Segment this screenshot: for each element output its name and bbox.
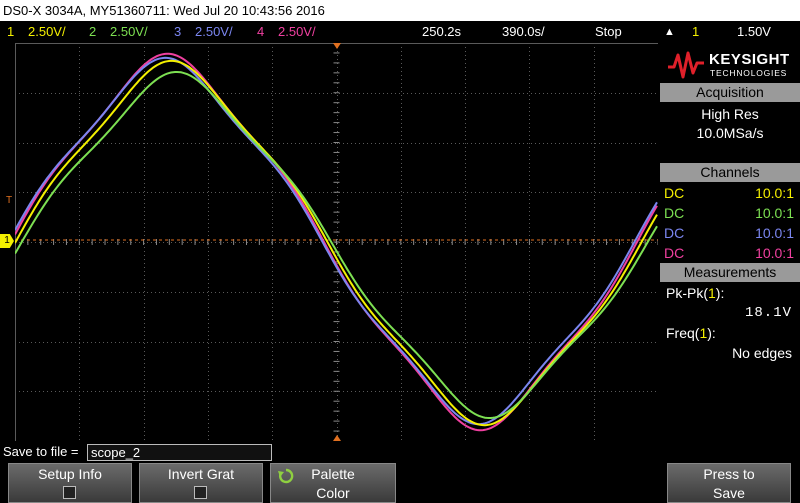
horizontal-delay[interactable]: 250.2s bbox=[422, 21, 461, 43]
measurement-2-value: No edges bbox=[732, 345, 792, 361]
status-bar: 1 2.50V/ 2 2.50V/ 3 2.50V/ 4 2.50V/ 250.… bbox=[0, 21, 800, 43]
trigger-marker-letter: T bbox=[6, 195, 13, 206]
measurement-2-name: Freq( bbox=[666, 325, 700, 341]
press-to-label: Press to bbox=[703, 466, 755, 482]
logo-subtitle: TECHNOLOGIES bbox=[710, 68, 788, 78]
ground-marker-label: 1 bbox=[4, 235, 10, 246]
keysight-logo: KEYSIGHT TECHNOLOGIES bbox=[660, 44, 800, 84]
channel-3-probe: 10.0:1 bbox=[755, 225, 794, 241]
channel-2-coupling: DC bbox=[664, 205, 685, 221]
invert-grat-label: Invert Grat bbox=[167, 466, 235, 482]
timebase-scale[interactable]: 390.0s/ bbox=[502, 21, 545, 43]
measurement-2-close: ): bbox=[707, 325, 716, 341]
press-to-save-softkey[interactable]: Press to Save bbox=[667, 463, 791, 503]
channel-1-coupling: DC bbox=[664, 185, 685, 201]
measurement-1-value: 18.1V bbox=[744, 305, 792, 321]
setup-info-label: Setup Info bbox=[38, 466, 102, 482]
channels-header[interactable]: Channels bbox=[660, 163, 800, 182]
setup-info-checkbox[interactable] bbox=[63, 486, 76, 499]
run-state[interactable]: Stop bbox=[595, 21, 622, 43]
measurement-1-name: Pk-Pk( bbox=[666, 285, 708, 301]
softkey-area: Save to file = scope_2 Setup Info Invert… bbox=[0, 441, 800, 503]
channel-4-coupling: DC bbox=[664, 245, 685, 261]
invert-grat-checkbox[interactable] bbox=[194, 486, 207, 499]
acquisition-mode: High Res bbox=[701, 106, 759, 122]
measurement-1-channel: 1 bbox=[708, 285, 716, 301]
measurement-2-label: Freq(1): bbox=[666, 325, 716, 341]
palette-label: Palette bbox=[311, 466, 355, 482]
trigger-marker[interactable]: T bbox=[6, 196, 12, 206]
save-to-file-label: Save to file = bbox=[3, 444, 79, 459]
ground-marker-ch1[interactable]: 1 bbox=[0, 234, 14, 248]
ch3-scale[interactable]: 2.50V/ bbox=[195, 21, 233, 43]
trigger-arrows-icon: ▲ bbox=[664, 26, 675, 38]
ch2-scale[interactable]: 2.50V/ bbox=[110, 21, 148, 43]
invert-grat-softkey[interactable]: Invert Grat bbox=[139, 463, 263, 503]
measurement-1-close: ): bbox=[715, 285, 725, 301]
setup-info-softkey[interactable]: Setup Info bbox=[8, 463, 132, 503]
save-filename-field[interactable]: scope_2 bbox=[87, 444, 272, 461]
ch3-number[interactable]: 3 bbox=[174, 21, 181, 43]
side-panel: KEYSIGHT TECHNOLOGIES Acquisition High R… bbox=[660, 44, 800, 441]
ch4-number[interactable]: 4 bbox=[257, 21, 264, 43]
palette-softkey[interactable]: Palette Color bbox=[270, 463, 396, 503]
palette-value: Color bbox=[316, 485, 350, 501]
logo-brand: KEYSIGHT bbox=[709, 51, 790, 68]
ch4-scale[interactable]: 2.50V/ bbox=[278, 21, 316, 43]
waveform-display[interactable] bbox=[15, 43, 658, 441]
trigger-source[interactable]: 1 bbox=[692, 21, 699, 43]
window-title: DS0-X 3034A, MY51360711: Wed Jul 20 10:4… bbox=[0, 0, 800, 21]
acquisition-header[interactable]: Acquisition bbox=[660, 83, 800, 102]
sample-rate: 10.0MSa/s bbox=[696, 125, 764, 141]
ch1-number[interactable]: 1 bbox=[7, 21, 14, 43]
channel-4-probe: 10.0:1 bbox=[755, 245, 794, 261]
ch1-scale[interactable]: 2.50V/ bbox=[28, 21, 66, 43]
channel-2-probe: 10.0:1 bbox=[755, 205, 794, 221]
channel-1-probe: 10.0:1 bbox=[755, 185, 794, 201]
measurement-1-label: Pk-Pk(1): bbox=[666, 285, 724, 301]
ch2-number[interactable]: 2 bbox=[89, 21, 96, 43]
measurements-header[interactable]: Measurements bbox=[660, 263, 800, 282]
keysight-wave-icon bbox=[668, 51, 704, 79]
channel-3-coupling: DC bbox=[664, 225, 685, 241]
save-label: Save bbox=[713, 485, 745, 501]
trigger-level[interactable]: 1.50V bbox=[737, 21, 771, 43]
